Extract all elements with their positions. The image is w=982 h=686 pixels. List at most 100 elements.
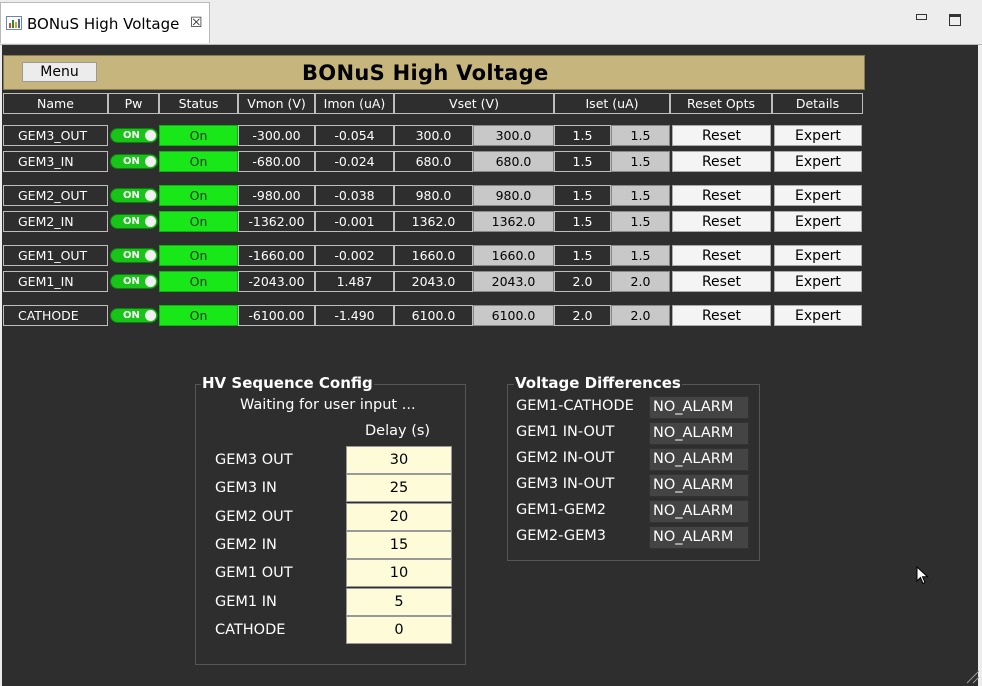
iset-input[interactable]: 1.5 xyxy=(554,125,611,146)
toggle-knob xyxy=(145,190,156,201)
vset-input[interactable]: 2043.0 xyxy=(394,271,473,292)
reset-button[interactable]: Reset xyxy=(672,211,771,232)
reset-button[interactable]: Reset xyxy=(672,271,771,292)
delay-input[interactable]: 30 xyxy=(346,446,452,474)
resize-grip-icon[interactable] xyxy=(962,666,980,684)
iset-readback: 1.5 xyxy=(611,245,670,266)
vmon-readout: -980.00 xyxy=(238,185,315,206)
imon-readout: -0.054 xyxy=(315,125,394,146)
header-name: Name xyxy=(3,93,108,114)
menu-button[interactable]: Menu xyxy=(22,62,97,82)
toggle-switch[interactable]: ON xyxy=(110,308,158,323)
expert-button[interactable]: Expert xyxy=(774,151,862,172)
reset-button[interactable]: Reset xyxy=(672,305,771,326)
reset-button[interactable]: Reset xyxy=(672,125,771,146)
iset-readback: 1.5 xyxy=(611,185,670,206)
reset-button[interactable]: Reset xyxy=(672,185,771,206)
vset-input[interactable]: 680.0 xyxy=(394,151,473,172)
toggle-knob xyxy=(145,250,156,261)
iset-input[interactable]: 1.5 xyxy=(554,211,611,232)
toggle-label: ON xyxy=(123,130,140,141)
tab-bonus-high-voltage[interactable]: BONuS High Voltage ☒ xyxy=(0,2,210,43)
iset-readback: 2.0 xyxy=(611,271,670,292)
vset-input[interactable]: 1660.0 xyxy=(394,245,473,266)
maximize-icon[interactable] xyxy=(949,14,961,26)
expert-button[interactable]: Expert xyxy=(774,211,862,232)
power-toggle[interactable]: ON xyxy=(108,211,159,232)
toggle-switch[interactable]: ON xyxy=(110,128,158,143)
close-icon[interactable]: ☒ xyxy=(190,15,203,31)
vset-input[interactable]: 300.0 xyxy=(394,125,473,146)
delay-input[interactable]: 20 xyxy=(346,502,452,531)
mouse-pointer-icon xyxy=(916,566,929,585)
toggle-switch[interactable]: ON xyxy=(110,214,158,229)
delay-input[interactable]: 15 xyxy=(346,530,452,559)
expert-button[interactable]: Expert xyxy=(774,305,862,326)
iset-input[interactable]: 2.0 xyxy=(554,271,611,292)
imon-readout: -1.490 xyxy=(315,305,394,326)
status-indicator: On xyxy=(159,305,238,326)
imon-readout: -0.024 xyxy=(315,151,394,172)
vmon-readout: -2043.00 xyxy=(238,271,315,292)
vset-readback: 980.0 xyxy=(473,185,554,206)
toggle-label: ON xyxy=(123,190,140,201)
delay-header: Delay (s) xyxy=(365,423,431,439)
delay-input[interactable]: 5 xyxy=(346,587,452,616)
sequence-label: GEM1 IN xyxy=(215,593,277,610)
header-pw: Pw xyxy=(108,93,159,114)
toggle-label: ON xyxy=(123,156,140,167)
channel-name: GEM2_IN xyxy=(3,211,108,232)
toggle-label: ON xyxy=(123,250,140,261)
toggle-knob xyxy=(145,216,156,227)
iset-input[interactable]: 2.0 xyxy=(554,305,611,326)
minimize-icon[interactable] xyxy=(916,14,927,20)
vset-input[interactable]: 1362.0 xyxy=(394,211,473,232)
expert-button[interactable]: Expert xyxy=(774,245,862,266)
header-iset: Iset (uA) xyxy=(554,93,670,114)
tab-title: BONuS High Voltage xyxy=(27,15,180,33)
toggle-switch[interactable]: ON xyxy=(110,154,158,169)
reset-button[interactable]: Reset xyxy=(672,245,771,266)
power-toggle[interactable]: ON xyxy=(108,271,159,292)
channel-name: GEM3_OUT xyxy=(3,125,108,146)
difference-label: GEM1-CATHODE xyxy=(516,398,634,414)
imon-readout: -0.001 xyxy=(315,211,394,232)
iset-input[interactable]: 1.5 xyxy=(554,185,611,206)
reset-button[interactable]: Reset xyxy=(672,151,771,172)
status-indicator: On xyxy=(159,185,238,206)
power-toggle[interactable]: ON xyxy=(108,125,159,146)
delay-input[interactable]: 0 xyxy=(346,615,452,644)
power-toggle[interactable]: ON xyxy=(108,185,159,206)
channel-name: GEM3_IN xyxy=(3,151,108,172)
vset-readback: 2043.0 xyxy=(473,271,554,292)
power-toggle[interactable]: ON xyxy=(108,305,159,326)
channel-name: GEM2_OUT xyxy=(3,185,108,206)
delay-input[interactable]: 25 xyxy=(346,474,452,503)
page-title: BONuS High Voltage xyxy=(302,61,549,85)
toggle-label: ON xyxy=(123,216,140,227)
toggle-label: ON xyxy=(123,310,140,321)
alarm-status: NO_ALARM xyxy=(649,474,749,497)
sequence-status: Waiting for user input ... xyxy=(240,397,416,413)
status-indicator: On xyxy=(159,151,238,172)
toggle-switch[interactable]: ON xyxy=(110,248,158,263)
sequence-label: GEM1 OUT xyxy=(215,565,293,582)
vset-input[interactable]: 980.0 xyxy=(394,185,473,206)
delay-input[interactable]: 10 xyxy=(346,559,452,588)
iset-input[interactable]: 1.5 xyxy=(554,151,611,172)
channel-name: CATHODE xyxy=(3,305,108,326)
toggle-switch[interactable]: ON xyxy=(110,274,158,289)
expert-button[interactable]: Expert xyxy=(774,125,862,146)
vset-input[interactable]: 6100.0 xyxy=(394,305,473,326)
expert-button[interactable]: Expert xyxy=(774,271,862,292)
power-toggle[interactable]: ON xyxy=(108,151,159,172)
status-indicator: On xyxy=(159,211,238,232)
alarm-status: NO_ALARM xyxy=(649,396,749,419)
power-toggle[interactable]: ON xyxy=(108,245,159,266)
vset-readback: 1660.0 xyxy=(473,245,554,266)
header-vset: Vset (V) xyxy=(394,93,554,114)
toggle-switch[interactable]: ON xyxy=(110,188,158,203)
expert-button[interactable]: Expert xyxy=(774,185,862,206)
iset-input[interactable]: 1.5 xyxy=(554,245,611,266)
status-indicator: On xyxy=(159,125,238,146)
